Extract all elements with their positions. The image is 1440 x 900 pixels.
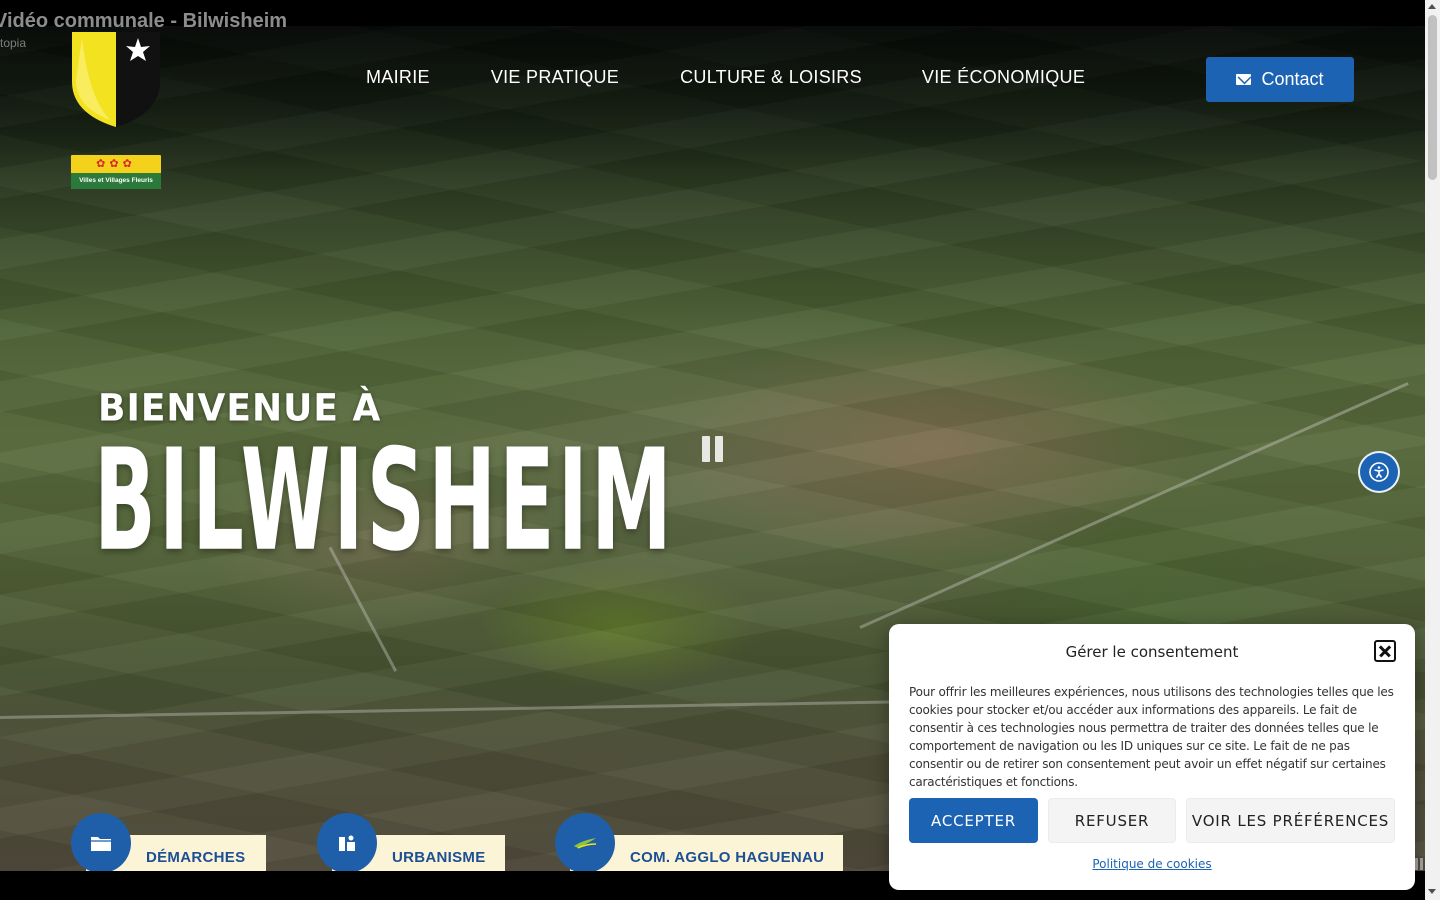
nav-item-mairie[interactable]: MAIRIE bbox=[366, 67, 430, 88]
nav-item-vie-pratique[interactable]: VIE PRATIQUE bbox=[491, 67, 619, 88]
quick-link-label: DÉMARCHES bbox=[146, 848, 246, 866]
nav-item-vie-economique[interactable]: VIE ÉCONOMIQUE bbox=[922, 67, 1085, 88]
mail-icon bbox=[1236, 74, 1252, 85]
main-nav: MAIRIE VIE PRATIQUE CULTURE & LOISIRS VI… bbox=[366, 67, 1085, 88]
cookie-policy-link[interactable]: Politique de cookies bbox=[889, 857, 1415, 871]
contact-label: Contact bbox=[1261, 69, 1324, 89]
nav-item-culture-loisirs[interactable]: CULTURE & LOISIRS bbox=[680, 67, 862, 88]
pause-icon[interactable] bbox=[702, 436, 724, 462]
urbanism-icon[interactable] bbox=[317, 813, 377, 873]
contact-button[interactable]: Contact bbox=[1206, 57, 1354, 102]
villes-villages-fleuris-badge[interactable]: ✿✿✿ Villes et Villages Fleuris bbox=[71, 155, 161, 189]
consent-title: Gérer le consentement bbox=[1065, 643, 1239, 661]
page: Vidéo communale - Bilwisheim topia ✿✿✿ V… bbox=[0, 0, 1440, 900]
badge-text: Villes et Villages Fleuris bbox=[79, 177, 153, 184]
cookie-consent-modal: Gérer le consentement Pour offrir les me… bbox=[889, 624, 1415, 890]
quick-link-label: COM. AGGLO HAGUENAU bbox=[630, 848, 825, 866]
accept-button[interactable]: ACCEPTER bbox=[909, 798, 1038, 843]
page-scrollbar[interactable] bbox=[1425, 0, 1440, 900]
folder-icon[interactable] bbox=[71, 813, 131, 873]
close-icon[interactable] bbox=[1374, 640, 1396, 662]
side-indicator bbox=[1415, 858, 1425, 872]
coat-of-arms-logo[interactable] bbox=[70, 30, 162, 128]
refuse-button[interactable]: REFUSER bbox=[1048, 798, 1176, 843]
scroll-down-arrow-icon[interactable] bbox=[1428, 889, 1436, 894]
accessibility-button[interactable] bbox=[1358, 451, 1400, 493]
scroll-thumb[interactable] bbox=[1428, 15, 1437, 180]
quick-link-label: URBANISME bbox=[392, 848, 486, 866]
scroll-up-arrow-icon[interactable] bbox=[1428, 4, 1436, 9]
video-channel[interactable]: topia bbox=[0, 36, 26, 50]
hero-town-name: BILWISHEIM bbox=[94, 417, 675, 583]
flowers-icon: ✿✿✿ bbox=[96, 158, 136, 170]
accessibility-icon bbox=[1369, 462, 1389, 482]
agglo-logo-icon[interactable] bbox=[555, 813, 615, 873]
preferences-button[interactable]: VOIR LES PRÉFÉRENCES bbox=[1186, 798, 1395, 843]
consent-body: Pour offrir les meilleures expériences, … bbox=[909, 685, 1394, 789]
